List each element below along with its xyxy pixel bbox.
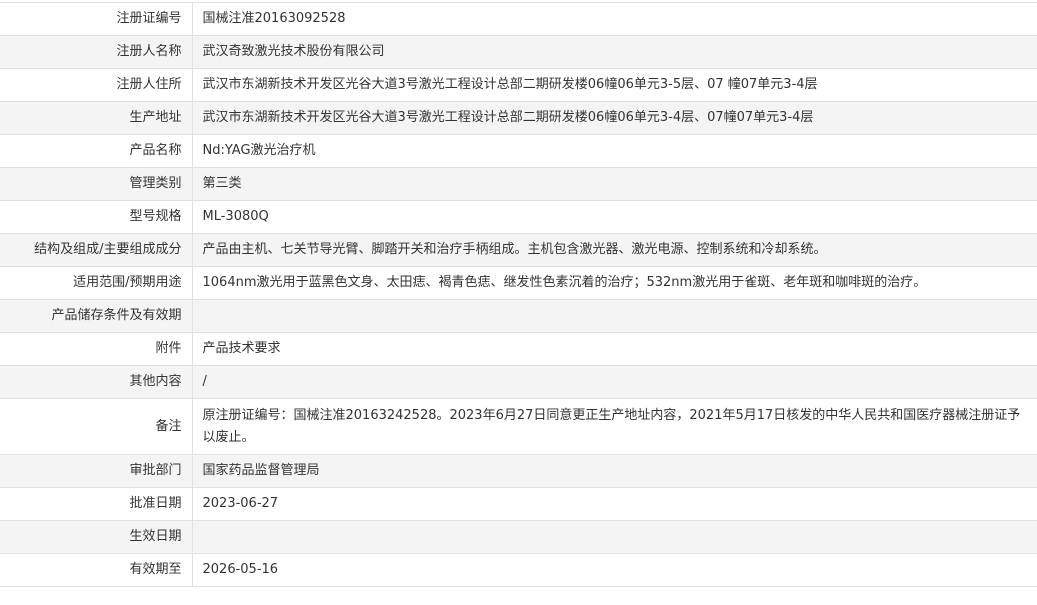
field-label: 注册人名称 bbox=[0, 35, 193, 69]
field-value: 产品技术要求 bbox=[192, 332, 1037, 366]
table-row: 注册人住所 武汉市东湖新技术开发区光谷大道3号激光工程设计总部二期研发楼06幢0… bbox=[0, 68, 1037, 102]
field-value: 武汉市东湖新技术开发区光谷大道3号激光工程设计总部二期研发楼06幢06单元3-5… bbox=[192, 68, 1037, 102]
table-row: 有效期至 2026-05-16 bbox=[0, 553, 1037, 587]
table-row: 产品储存条件及有效期 bbox=[0, 299, 1037, 333]
field-value: 产品由主机、七关节导光臂、脚踏开关和治疗手柄组成。主机包含激光器、激光电源、控制… bbox=[192, 233, 1037, 267]
field-value: 国家药品监督管理局 bbox=[192, 454, 1037, 488]
field-label: 有效期至 bbox=[0, 553, 193, 587]
table-row: 管理类别 第三类 bbox=[0, 167, 1037, 201]
table-row: 其他内容 / bbox=[0, 365, 1037, 399]
table-row: 注册证编号 国械注准20163092528 bbox=[0, 2, 1037, 36]
field-value bbox=[192, 520, 1037, 554]
field-label: 型号规格 bbox=[0, 200, 193, 234]
field-value: Nd:YAG激光治疗机 bbox=[192, 134, 1037, 168]
field-label: 批准日期 bbox=[0, 487, 193, 521]
field-value bbox=[192, 299, 1037, 333]
field-label: 适用范围/预期用途 bbox=[0, 266, 193, 300]
field-value: 第三类 bbox=[192, 167, 1037, 201]
registration-detail-table: 注册证编号 国械注准20163092528 注册人名称 武汉奇致激光技术股份有限… bbox=[0, 2, 1037, 587]
field-label: 附件 bbox=[0, 332, 193, 366]
field-value: 武汉市东湖新技术开发区光谷大道3号激光工程设计总部二期研发楼06幢06单元3-4… bbox=[192, 101, 1037, 135]
field-value: 武汉奇致激光技术股份有限公司 bbox=[192, 35, 1037, 69]
field-label: 产品储存条件及有效期 bbox=[0, 299, 193, 333]
field-label: 生效日期 bbox=[0, 520, 193, 554]
table-row: 型号规格 ML-3080Q bbox=[0, 200, 1037, 234]
field-label: 结构及组成/主要组成成分 bbox=[0, 233, 193, 267]
table-row: 结构及组成/主要组成成分 产品由主机、七关节导光臂、脚踏开关和治疗手柄组成。主机… bbox=[0, 233, 1037, 267]
field-value: 1064nm激光用于蓝黑色文身、太田痣、褐青色痣、继发性色素沉着的治疗；532n… bbox=[192, 266, 1037, 300]
field-value: 国械注准20163092528 bbox=[192, 2, 1037, 36]
table-row: 生产地址 武汉市东湖新技术开发区光谷大道3号激光工程设计总部二期研发楼06幢06… bbox=[0, 101, 1037, 135]
table-row: 适用范围/预期用途 1064nm激光用于蓝黑色文身、太田痣、褐青色痣、继发性色素… bbox=[0, 266, 1037, 300]
field-label: 其他内容 bbox=[0, 365, 193, 399]
field-value: ML-3080Q bbox=[192, 200, 1037, 234]
field-label: 审批部门 bbox=[0, 454, 193, 488]
field-value: 2023-06-27 bbox=[192, 487, 1037, 521]
table-row: 产品名称 Nd:YAG激光治疗机 bbox=[0, 134, 1037, 168]
field-label: 生产地址 bbox=[0, 101, 193, 135]
table-row: 备注 原注册证编号：国械注准20163242528。2023年6月27日同意更正… bbox=[0, 398, 1037, 455]
table-row: 审批部门 国家药品监督管理局 bbox=[0, 454, 1037, 488]
table-row: 生效日期 bbox=[0, 520, 1037, 554]
field-value: / bbox=[192, 365, 1037, 399]
field-label: 管理类别 bbox=[0, 167, 193, 201]
table-row: 注册人名称 武汉奇致激光技术股份有限公司 bbox=[0, 35, 1037, 69]
table-row: 附件 产品技术要求 bbox=[0, 332, 1037, 366]
field-value: 原注册证编号：国械注准20163242528。2023年6月27日同意更正生产地… bbox=[192, 398, 1037, 455]
field-label: 注册证编号 bbox=[0, 2, 193, 36]
field-label: 备注 bbox=[0, 398, 193, 455]
field-label: 产品名称 bbox=[0, 134, 193, 168]
field-value: 2026-05-16 bbox=[192, 553, 1037, 587]
table-row: 批准日期 2023-06-27 bbox=[0, 487, 1037, 521]
field-label: 注册人住所 bbox=[0, 68, 193, 102]
